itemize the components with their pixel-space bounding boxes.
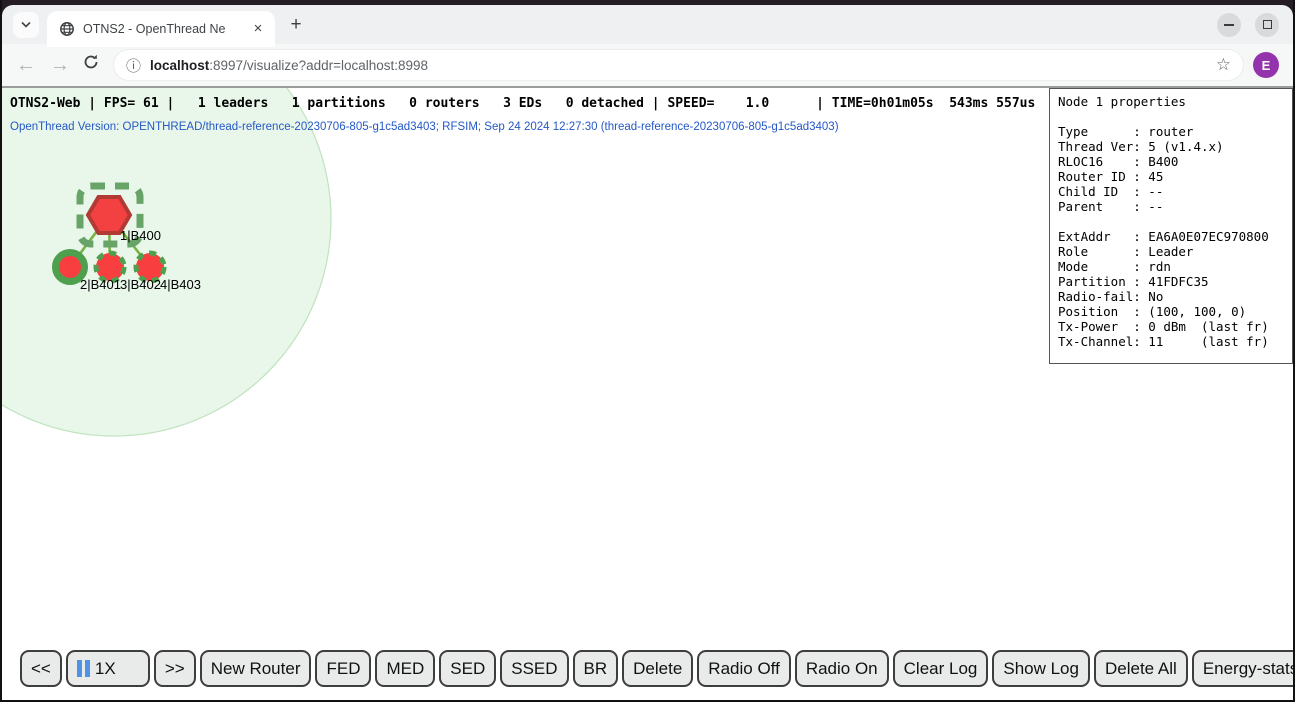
site-info-icon[interactable]: ⓘ	[126, 55, 141, 76]
speed-label: 1X	[95, 659, 116, 679]
window-minimize-button[interactable]	[1217, 13, 1241, 37]
bookmark-star-icon[interactable]: ☆	[1216, 55, 1231, 75]
url-text[interactable]: localhost:8997/visualize?addr=localhost:…	[150, 58, 1208, 73]
titlebar: OTNS2 - OpenThread Ne × +	[2, 0, 1293, 44]
node-property-line	[1058, 214, 1284, 229]
node-property-line: Position : (100, 100, 0)	[1058, 304, 1284, 319]
energy-stats-button[interactable]: Energy-stats ↗	[1192, 650, 1293, 687]
node-property-line: Role : Leader	[1058, 244, 1284, 259]
tab-title: OTNS2 - OpenThread Ne	[83, 22, 249, 36]
delete-button[interactable]: Delete	[622, 650, 693, 687]
url-host: localhost	[150, 58, 209, 73]
otns-canvas: OTNS2-Web | FPS= 61 | 1 leaders 1 partit…	[2, 88, 1293, 700]
browser-window: OTNS2 - OpenThread Ne × + ← → ⓘ localhos…	[0, 0, 1295, 702]
tab-otns2[interactable]: OTNS2 - OpenThread Ne ×	[47, 11, 275, 47]
forward-button[interactable]: →	[50, 54, 70, 77]
url-bar[interactable]: ⓘ localhost:8997/visualize?addr=localhos…	[114, 50, 1243, 80]
node-properties-panel: Node 1 properties Type : routerThread Ve…	[1049, 88, 1293, 364]
speed-down-button[interactable]: <<	[20, 650, 62, 687]
node-property-line: RLOC16 : B400	[1058, 154, 1284, 169]
node-3-label: 3|B402	[120, 277, 161, 292]
profile-avatar[interactable]: E	[1253, 52, 1279, 78]
show-log-button[interactable]: Show Log	[992, 650, 1090, 687]
sed-button[interactable]: SED	[439, 650, 496, 687]
delete-all-button[interactable]: Delete All	[1094, 650, 1188, 687]
tab-search-button[interactable]	[13, 12, 39, 38]
node-property-line: Mode : rdn	[1058, 259, 1284, 274]
globe-icon	[59, 21, 75, 37]
reload-button[interactable]	[82, 53, 100, 77]
node-2-label: 2|B401	[80, 277, 121, 292]
pause-icon	[77, 660, 90, 677]
node-property-line: ExtAddr : EA6A0E07EC970800	[1058, 229, 1284, 244]
node-property-line	[1058, 109, 1284, 124]
node-4-label: 4|B403	[160, 277, 201, 292]
node-property-line: Child ID : --	[1058, 184, 1284, 199]
node-property-line: Thread Ver: 5 (v1.4.x)	[1058, 139, 1284, 154]
med-button[interactable]: MED	[375, 650, 435, 687]
fed-button[interactable]: FED	[315, 650, 371, 687]
chevron-down-icon	[20, 21, 32, 29]
tab-strip: OTNS2 - OpenThread Ne × +	[2, 5, 1293, 44]
node-properties-title: Node 1 properties	[1058, 94, 1284, 109]
clear-log-button[interactable]: Clear Log	[893, 650, 989, 687]
navigation-bar: ← → ⓘ localhost:8997/visualize?addr=loca…	[2, 44, 1293, 88]
window-maximize-button[interactable]	[1255, 13, 1279, 37]
speed-up-button[interactable]: >>	[154, 650, 196, 687]
br-button[interactable]: BR	[573, 650, 619, 687]
radio-on-button[interactable]: Radio On	[795, 650, 889, 687]
back-button[interactable]: ←	[16, 54, 36, 77]
status-bar: OTNS2-Web | FPS= 61 | 1 leaders 1 partit…	[10, 96, 1035, 111]
reload-icon	[82, 53, 100, 71]
node-property-line: Tx-Power : 0 dBm (last fr)	[1058, 319, 1284, 334]
action-toolbar: << 1X >> New RouterFEDMEDSEDSSEDBRDelete…	[20, 650, 1293, 687]
tab-close-icon[interactable]: ×	[249, 20, 267, 38]
url-path: :8997/visualize?addr=localhost:8998	[209, 58, 428, 73]
maximize-icon	[1263, 20, 1272, 29]
new-tab-button[interactable]: +	[283, 12, 309, 38]
minimize-icon	[1224, 24, 1234, 26]
node-property-line: Tx-Channel: 11 (last fr)	[1058, 334, 1284, 349]
openthread-version-link[interactable]: OpenThread Version: OPENTHREAD/thread-re…	[10, 121, 839, 133]
node-property-line: Router ID : 45	[1058, 169, 1284, 184]
radio-off-button[interactable]: Radio Off	[697, 650, 791, 687]
node-property-line: Radio-fail: No	[1058, 289, 1284, 304]
node-property-line: Parent : --	[1058, 199, 1284, 214]
node-properties-lines: Type : routerThread Ver: 5 (v1.4.x)RLOC1…	[1058, 109, 1284, 349]
pause-speed-button[interactable]: 1X	[66, 650, 150, 687]
node-1-label: 1|B400	[120, 228, 161, 243]
new-router-button[interactable]: New Router	[200, 650, 312, 687]
node-property-line: Partition : 41FDFC35	[1058, 274, 1284, 289]
radio-range-circle	[2, 88, 331, 436]
node-property-line: Type : router	[1058, 124, 1284, 139]
ssed-button[interactable]: SSED	[500, 650, 568, 687]
